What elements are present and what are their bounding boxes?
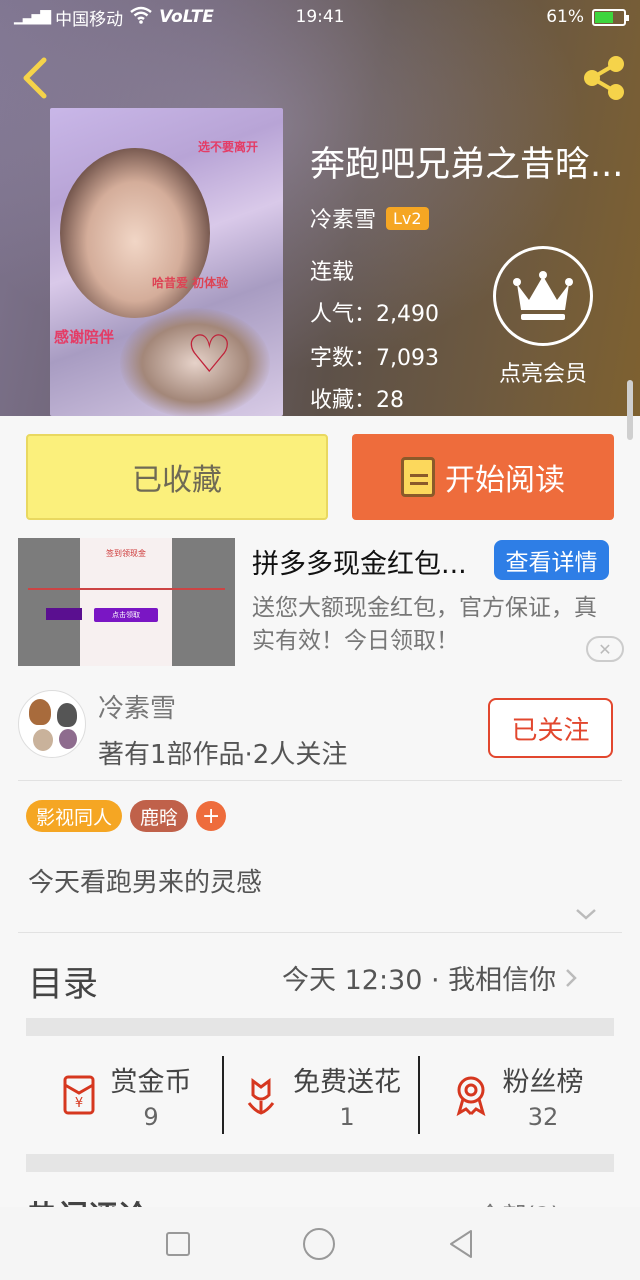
recents-button[interactable] xyxy=(165,1231,191,1257)
latest-chapter-label: 今天 12:30 · 我相信你 xyxy=(282,965,557,996)
tag-chip[interactable]: 影视同人 xyxy=(26,800,123,832)
cover-text: 感谢陪伴 xyxy=(54,328,115,346)
author-card-meta: 著有1部作品·2人关注 xyxy=(98,740,348,770)
share-icon xyxy=(584,56,624,100)
author-avatar[interactable] xyxy=(18,690,86,758)
cover-portrait xyxy=(60,148,210,318)
chevron-down-icon xyxy=(576,909,596,920)
ad-side-bar xyxy=(46,608,82,620)
tag-chip[interactable]: 鹿晗 xyxy=(130,800,189,832)
home-button[interactable] xyxy=(302,1227,336,1261)
section-separator xyxy=(26,1154,614,1172)
stat-label: 免费送花 xyxy=(293,1066,401,1098)
stat-label: 赏金币 xyxy=(110,1066,192,1098)
toc-latest-chapter[interactable]: 今天 12:30 · 我相信你 xyxy=(282,958,578,997)
chevron-left-icon xyxy=(23,57,47,99)
avatar-figure xyxy=(29,699,51,725)
crown-icon xyxy=(493,246,593,346)
avatar-figure xyxy=(33,729,53,751)
back-button[interactable] xyxy=(16,56,56,100)
stat-value: 32 xyxy=(527,1102,559,1131)
cover-text: 哈昔爱 初体验 xyxy=(152,276,229,290)
book-status: 连载 xyxy=(310,260,355,285)
author-card-name[interactable]: 冷素雪 xyxy=(98,688,176,725)
level-badge: Lv2 xyxy=(386,206,429,230)
expand-intro-button[interactable] xyxy=(574,902,598,926)
book-cover-image[interactable]: ♡ 选不要离开 感谢陪伴 哈昔爱 初体验 xyxy=(50,108,283,416)
chevron-right-icon xyxy=(566,968,577,987)
ad-description: 送您大额现金红包，官方保证，真实有效！今日领取！ xyxy=(252,595,597,654)
book-title: 奔跑吧兄弟之昔晗... xyxy=(310,145,624,185)
book-popularity: 人气：2,490 xyxy=(310,302,439,327)
start-reading-label: 开始阅读 xyxy=(445,463,565,498)
book-author-name[interactable]: 冷素雪 xyxy=(310,202,376,234)
avatar-figure xyxy=(57,703,77,727)
vip-membership-button[interactable]: 点亮会员 xyxy=(492,246,594,388)
stat-fan-rank[interactable]: 粉丝榜 32 xyxy=(418,1054,614,1136)
vip-label: 点亮会员 xyxy=(498,362,587,387)
ad-image[interactable]: 签到领现金 点击领取 xyxy=(18,538,235,666)
medal-icon xyxy=(456,1076,485,1117)
stat-label: 粉丝榜 xyxy=(502,1066,584,1098)
toc-title[interactable]: 目录 xyxy=(28,956,98,1007)
stats-bar: ¥ 赏金币 9 免费送花 1 粉丝榜 32 xyxy=(26,1054,614,1136)
ad-detail-button[interactable]: 查看详情 xyxy=(494,540,609,580)
status-bar: ▁▃▅▇ 中国移动 VoLTE 19:41 61% xyxy=(0,0,640,34)
book-word-count: 字数：7,093 xyxy=(310,346,439,371)
cover-text: 选不要离开 xyxy=(198,140,259,154)
start-reading-button[interactable]: 开始阅读 xyxy=(352,434,614,520)
battery-icon xyxy=(592,8,629,26)
ad-title[interactable]: 拼多多现金红包... xyxy=(252,542,492,581)
add-tag-button[interactable]: + xyxy=(196,801,227,831)
clock: 19:41 xyxy=(295,7,345,27)
system-navigation-bar xyxy=(0,1207,640,1280)
book-author-row[interactable]: 冷素雪 Lv2 xyxy=(310,202,429,234)
book-favorites: 收藏：28 xyxy=(310,388,404,413)
avatar-figure xyxy=(59,729,77,749)
stat-free-flowers[interactable]: 免费送花 1 xyxy=(222,1054,418,1136)
svg-text:¥: ¥ xyxy=(74,1096,82,1111)
stat-reward-coins[interactable]: ¥ 赏金币 9 xyxy=(26,1054,222,1136)
ad-image-title: 签到领现金 xyxy=(106,549,146,558)
ad-image-button: 点击领取 xyxy=(94,608,158,622)
tag-list: 影视同人 鹿晗 + xyxy=(26,800,227,832)
book-intro: 今天看跑男来的灵感 xyxy=(28,868,263,898)
flower-icon xyxy=(247,1078,275,1115)
ad-close-button[interactable]: ✕ xyxy=(586,636,624,662)
divider xyxy=(18,780,622,781)
follow-button[interactable]: 已关注 xyxy=(488,698,613,758)
divider xyxy=(18,932,622,933)
book-icon xyxy=(401,457,435,497)
stat-value: 1 xyxy=(339,1102,355,1131)
ad-progress-line xyxy=(28,588,225,590)
section-separator xyxy=(26,1018,614,1036)
scrollbar[interactable] xyxy=(627,380,633,440)
collect-button[interactable]: 已收藏 xyxy=(26,434,328,520)
heart-icon: ♡ xyxy=(186,325,233,385)
stat-value: 9 xyxy=(143,1102,159,1131)
share-button[interactable] xyxy=(578,52,630,104)
back-nav-button[interactable] xyxy=(447,1229,475,1259)
red-envelope-icon: ¥ xyxy=(63,1075,94,1115)
